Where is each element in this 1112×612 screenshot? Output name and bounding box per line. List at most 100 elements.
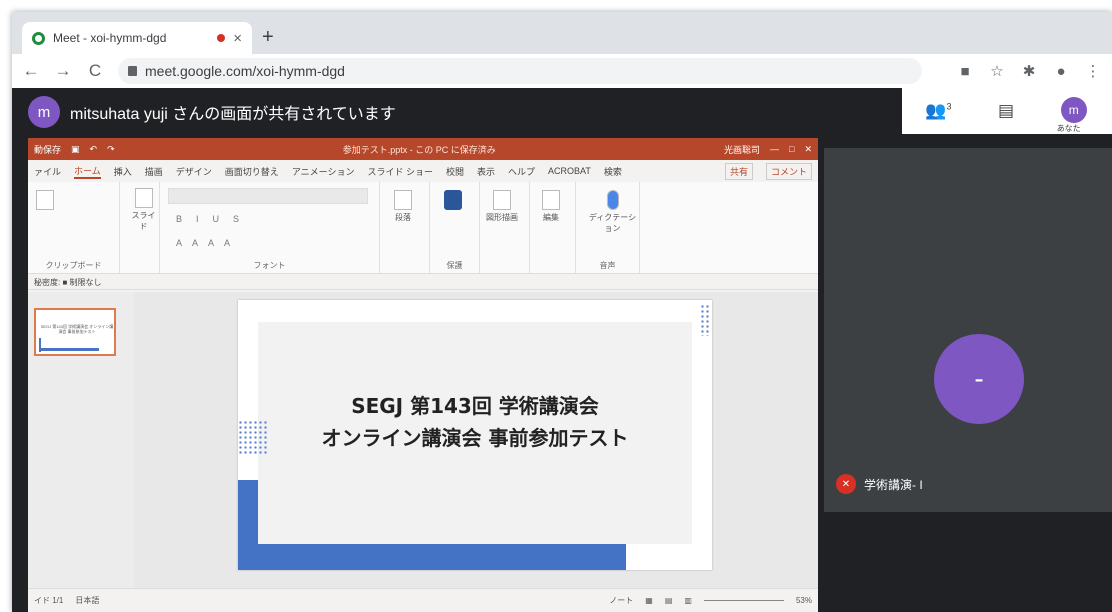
menu-acrobat: ACROBAT — [548, 166, 591, 176]
zoom-level: 53% — [795, 596, 812, 605]
participant-avatar: - — [934, 334, 1024, 424]
menu-search: 検索 — [603, 166, 622, 177]
menu-home: ホーム — [74, 164, 101, 179]
browser-window: Meet - xoi-hymm-dgd × + ← → C meet.googl… — [12, 12, 1112, 612]
group-paragraph: 段落 — [380, 182, 430, 274]
group-label-clipboard: クリップボード — [45, 261, 102, 270]
slide-thumbnail-1: SEGJ 第143回 学術講演会 オンライン講演会 事前参加テスト — [34, 308, 116, 356]
status-notes: ノート — [609, 596, 634, 605]
back-button[interactable]: ← — [22, 61, 40, 81]
maximize-icon: □ — [789, 144, 795, 154]
paste-icon — [36, 190, 54, 212]
mic-muted-icon: ✕ — [836, 474, 856, 494]
comment-button: コメント — [765, 162, 812, 180]
recording-indicator-icon — [217, 34, 226, 42]
group-font: BIUS AAAA フォント — [160, 182, 380, 274]
minimize-icon: — — [770, 144, 780, 154]
slide-button-label: スライド — [131, 211, 156, 231]
new-tab-button[interactable]: + — [262, 26, 274, 49]
group-shapes: 図形描画 — [480, 182, 530, 274]
people-icon: 👥 — [925, 101, 947, 120]
zoom-slider — [703, 600, 784, 601]
star-icon[interactable]: ☆ — [988, 62, 1006, 80]
group-label-voice: 音声 — [599, 261, 616, 270]
tab-title: Meet - xoi-hymm-dgd — [53, 31, 167, 45]
dictation-label: ディクテーション — [588, 213, 637, 233]
menu-animations: アニメーション — [291, 166, 355, 177]
chat-icon[interactable]: ▤ — [998, 101, 1014, 121]
save-icon: ▣ — [71, 143, 80, 154]
sorter-view-icon: ▤ — [664, 596, 673, 605]
paragraph-button-label: 段落 — [395, 213, 411, 222]
reload-button[interactable]: C — [86, 61, 104, 81]
ppt-user-name: 光画聡司 — [724, 144, 761, 155]
forward-button[interactable]: → — [54, 61, 72, 81]
menu-help: ヘルプ — [508, 166, 536, 177]
group-voice: ディクテーション 音声 — [576, 182, 640, 274]
status-language: 日本語 — [75, 596, 100, 605]
redo-icon: ↷ — [107, 143, 115, 154]
meet-favicon-icon — [32, 31, 45, 45]
participant-tile[interactable]: - ✕ 学術講演- I — [824, 148, 1112, 512]
protect-icon — [444, 190, 462, 212]
ppt-ribbon: クリップボード スライド BIUS AAAA フォント 段落 保護 図形描画 編… — [28, 182, 818, 274]
tab-close-icon[interactable]: × — [233, 30, 242, 47]
normal-view-icon: ▦ — [645, 596, 653, 605]
menu-slideshow: スライド ショー — [367, 166, 433, 177]
group-editing: 編集 — [530, 182, 576, 274]
editing-button-label: 編集 — [543, 213, 559, 222]
meet-area: m mitsuhata yuji さんの画面が共有されています 👥3 ▤ m あ… — [12, 88, 1112, 612]
dictation-icon: ディクテーション — [586, 190, 639, 234]
presenter-avatar: m — [28, 96, 60, 128]
url-text: meet.google.com/xoi-hymm-dgd — [145, 63, 345, 79]
ppt-title-bar: 動保存 ▣ ↶ ↷ 参加テスト.pptx - この PC に保存済み 光画聡司 … — [28, 138, 818, 160]
reading-view-icon: ▥ — [684, 596, 692, 605]
slide-dot-pattern-2 — [700, 304, 710, 336]
thumbnail-bar — [39, 348, 99, 351]
participant-name-row: ✕ 学術講演- I — [836, 474, 923, 494]
thumbnail-text: SEGJ 第143回 学術講演会 オンライン講演会 事前参加テスト — [40, 324, 114, 334]
group-clipboard: クリップボード — [28, 182, 120, 274]
self-avatar-tile[interactable]: m あなた — [1057, 97, 1089, 133]
lock-icon — [128, 66, 137, 76]
menu-file: ァイル — [34, 166, 62, 177]
status-page: イド 1/1 — [34, 596, 64, 605]
ppt-menu-bar: ァイル ホーム 挿入 描画 デザイン 画面切り替え アニメーション スライド シ… — [28, 160, 818, 182]
undo-icon: ↶ — [89, 143, 98, 154]
current-slide: SEGJ 第143回 学術講演会 オンライン講演会 事前参加テスト — [238, 300, 712, 570]
group-protect: 保護 — [430, 182, 480, 274]
menu-draw: 描画 — [144, 166, 163, 177]
slide-title-line-2: オンライン講演会 事前参加テスト — [321, 426, 629, 450]
new-slide-button: スライド — [128, 188, 159, 232]
participants-button[interactable]: 👥3 — [925, 101, 951, 121]
group-label-protect: 保護 — [446, 261, 463, 270]
tab-strip: Meet - xoi-hymm-dgd × + — [12, 12, 1112, 54]
menu-review: 校閲 — [445, 166, 464, 177]
shapes-icon: 図形描画 — [486, 190, 518, 223]
presenter-banner: m mitsuhata yuji さんの画面が共有されています — [28, 96, 396, 128]
menu-design: デザイン — [175, 166, 212, 177]
address-bar[interactable]: meet.google.com/xoi-hymm-dgd — [118, 58, 922, 84]
slide-thumbnail-pane: SEGJ 第143回 学術講演会 オンライン講演会 事前参加テスト — [28, 292, 134, 588]
autosave-label: 動保存 — [34, 144, 62, 155]
editing-icon: 編集 — [542, 190, 560, 223]
participant-name: 学術講演- I — [864, 477, 923, 492]
format-buttons-row: BIUS — [176, 214, 254, 224]
tab-meet[interactable]: Meet - xoi-hymm-dgd × — [22, 22, 252, 54]
ppt-status-bar: イド 1/1 日本語 ノート ▦ ▤ ▥ 53% — [28, 588, 818, 612]
font-name-box — [168, 188, 368, 204]
share-button: 共有 — [724, 162, 753, 180]
paragraph-icon: 段落 — [394, 190, 412, 223]
shared-powerpoint-window: 動保存 ▣ ↶ ↷ 参加テスト.pptx - この PC に保存済み 光画聡司 … — [28, 138, 818, 612]
menu-icon[interactable]: ⋮ — [1084, 62, 1102, 80]
group-label-font: フォント — [253, 261, 286, 270]
profile-icon[interactable]: ● — [1052, 63, 1070, 80]
participant-count: 3 — [946, 101, 952, 112]
close-icon: ✕ — [804, 143, 812, 154]
sensitivity-bar: 秘密度: ■ 制限なし — [28, 274, 818, 290]
extensions-icon[interactable]: ✱ — [1020, 62, 1038, 80]
camera-icon[interactable]: ■ — [956, 63, 974, 80]
format-buttons-row-2: AAAA — [176, 238, 241, 248]
menu-insert: 挿入 — [113, 166, 132, 177]
menu-view: 表示 — [476, 166, 495, 177]
